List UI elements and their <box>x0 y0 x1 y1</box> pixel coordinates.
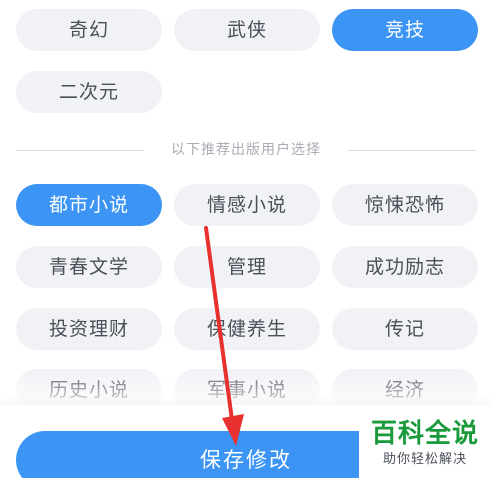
genre-chip-qinggan[interactable]: 情感小说 <box>174 184 320 226</box>
divider-line-right <box>348 150 476 151</box>
genre-chip-jingsong[interactable]: 惊悚恐怖 <box>332 184 478 226</box>
genre-chip-touzi[interactable]: 投资理财 <box>16 308 162 350</box>
genre-chip-dushi-selected[interactable]: 都市小说 <box>16 184 162 226</box>
watermark-title: 百科全说 <box>370 419 479 449</box>
watermark-logo: 百科全说 助你轻松解决 <box>359 413 491 478</box>
genre-chip-wuxia[interactable]: 武侠 <box>174 9 320 51</box>
genre-chip-erciyuan[interactable]: 二次元 <box>16 71 162 113</box>
genre-chip-chenggong[interactable]: 成功励志 <box>332 246 478 288</box>
genre-chip-guanli[interactable]: 管理 <box>174 246 320 288</box>
genre-chip-zhuanji[interactable]: 传记 <box>332 308 478 350</box>
genre-chip-qingchun[interactable]: 青春文学 <box>16 246 162 288</box>
genre-preference-screen: 奇幻 武侠 竞技 二次元 以下推荐出版用户选择 都市小说 情感小说 惊悚恐怖 青… <box>0 0 491 478</box>
genre-chip-qihuan[interactable]: 奇幻 <box>16 9 162 51</box>
watermark-subtitle: 助你轻松解决 <box>382 452 467 467</box>
genre-chip-baojian[interactable]: 保健养生 <box>174 308 320 350</box>
genre-chip-jingji-selected[interactable]: 竞技 <box>332 9 478 51</box>
